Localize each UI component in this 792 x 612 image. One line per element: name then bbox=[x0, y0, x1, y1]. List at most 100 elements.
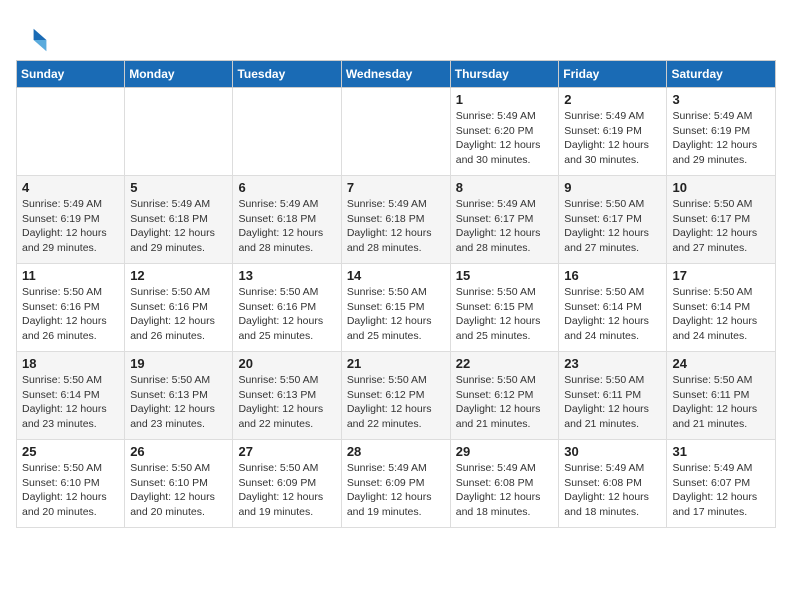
week-row-4: 25 Sunrise: 5:50 AM Sunset: 6:10 PM Dayli… bbox=[17, 440, 776, 528]
header-cell-monday: Monday bbox=[125, 61, 233, 88]
calendar-cell: 5 Sunrise: 5:49 AM Sunset: 6:18 PM Daylig… bbox=[125, 176, 233, 264]
calendar-cell: 6 Sunrise: 5:49 AM Sunset: 6:18 PM Daylig… bbox=[233, 176, 341, 264]
day-number: 6 bbox=[238, 180, 335, 195]
day-number: 7 bbox=[347, 180, 445, 195]
header-cell-friday: Friday bbox=[559, 61, 667, 88]
header-cell-tuesday: Tuesday bbox=[233, 61, 341, 88]
day-number: 17 bbox=[672, 268, 770, 283]
day-number: 16 bbox=[564, 268, 661, 283]
day-number: 28 bbox=[347, 444, 445, 459]
day-info: Sunrise: 5:50 AM Sunset: 6:11 PM Dayligh… bbox=[564, 373, 661, 432]
day-number: 8 bbox=[456, 180, 554, 195]
day-number: 15 bbox=[456, 268, 554, 283]
calendar-cell: 27 Sunrise: 5:50 AM Sunset: 6:09 PM Dayli… bbox=[233, 440, 341, 528]
day-info: Sunrise: 5:49 AM Sunset: 6:19 PM Dayligh… bbox=[564, 109, 661, 168]
day-number: 19 bbox=[130, 356, 227, 371]
day-number: 27 bbox=[238, 444, 335, 459]
calendar-cell bbox=[233, 88, 341, 176]
calendar-cell bbox=[125, 88, 233, 176]
calendar-cell: 7 Sunrise: 5:49 AM Sunset: 6:18 PM Daylig… bbox=[341, 176, 450, 264]
calendar-body: 1 Sunrise: 5:49 AM Sunset: 6:20 PM Daylig… bbox=[17, 88, 776, 528]
calendar-cell: 31 Sunrise: 5:49 AM Sunset: 6:07 PM Dayli… bbox=[667, 440, 776, 528]
calendar-cell: 21 Sunrise: 5:50 AM Sunset: 6:12 PM Dayli… bbox=[341, 352, 450, 440]
calendar-cell: 20 Sunrise: 5:50 AM Sunset: 6:13 PM Dayli… bbox=[233, 352, 341, 440]
day-number: 14 bbox=[347, 268, 445, 283]
day-number: 23 bbox=[564, 356, 661, 371]
day-info: Sunrise: 5:49 AM Sunset: 6:18 PM Dayligh… bbox=[347, 197, 445, 256]
header-cell-sunday: Sunday bbox=[17, 61, 125, 88]
day-info: Sunrise: 5:50 AM Sunset: 6:15 PM Dayligh… bbox=[456, 285, 554, 344]
day-number: 26 bbox=[130, 444, 227, 459]
calendar-cell: 17 Sunrise: 5:50 AM Sunset: 6:14 PM Dayli… bbox=[667, 264, 776, 352]
calendar: SundayMondayTuesdayWednesdayThursdayFrid… bbox=[16, 60, 776, 528]
day-info: Sunrise: 5:49 AM Sunset: 6:07 PM Dayligh… bbox=[672, 461, 770, 520]
day-number: 4 bbox=[22, 180, 119, 195]
calendar-cell: 30 Sunrise: 5:49 AM Sunset: 6:08 PM Dayli… bbox=[559, 440, 667, 528]
calendar-cell: 19 Sunrise: 5:50 AM Sunset: 6:13 PM Dayli… bbox=[125, 352, 233, 440]
day-info: Sunrise: 5:50 AM Sunset: 6:10 PM Dayligh… bbox=[22, 461, 119, 520]
day-info: Sunrise: 5:49 AM Sunset: 6:08 PM Dayligh… bbox=[456, 461, 554, 520]
header-cell-thursday: Thursday bbox=[450, 61, 559, 88]
day-info: Sunrise: 5:50 AM Sunset: 6:14 PM Dayligh… bbox=[672, 285, 770, 344]
day-info: Sunrise: 5:50 AM Sunset: 6:16 PM Dayligh… bbox=[22, 285, 119, 344]
day-info: Sunrise: 5:49 AM Sunset: 6:18 PM Dayligh… bbox=[238, 197, 335, 256]
calendar-cell: 24 Sunrise: 5:50 AM Sunset: 6:11 PM Dayli… bbox=[667, 352, 776, 440]
day-info: Sunrise: 5:50 AM Sunset: 6:16 PM Dayligh… bbox=[130, 285, 227, 344]
header-row: SundayMondayTuesdayWednesdayThursdayFrid… bbox=[17, 61, 776, 88]
logo bbox=[16, 24, 52, 56]
day-number: 31 bbox=[672, 444, 770, 459]
day-number: 10 bbox=[672, 180, 770, 195]
day-info: Sunrise: 5:50 AM Sunset: 6:11 PM Dayligh… bbox=[672, 373, 770, 432]
day-number: 5 bbox=[130, 180, 227, 195]
day-number: 3 bbox=[672, 92, 770, 107]
calendar-cell: 4 Sunrise: 5:49 AM Sunset: 6:19 PM Daylig… bbox=[17, 176, 125, 264]
logo-icon bbox=[16, 24, 48, 56]
day-info: Sunrise: 5:50 AM Sunset: 6:10 PM Dayligh… bbox=[130, 461, 227, 520]
calendar-cell: 10Sunrise: 5:50 AM Sunset: 6:17 PM Dayli… bbox=[667, 176, 776, 264]
day-number: 30 bbox=[564, 444, 661, 459]
calendar-cell bbox=[341, 88, 450, 176]
calendar-cell: 13 Sunrise: 5:50 AM Sunset: 6:16 PM Dayli… bbox=[233, 264, 341, 352]
day-info: Sunrise: 5:49 AM Sunset: 6:08 PM Dayligh… bbox=[564, 461, 661, 520]
calendar-cell: 26 Sunrise: 5:50 AM Sunset: 6:10 PM Dayli… bbox=[125, 440, 233, 528]
title-area bbox=[52, 16, 776, 18]
day-info: Sunrise: 5:50 AM Sunset: 6:12 PM Dayligh… bbox=[347, 373, 445, 432]
day-number: 12 bbox=[130, 268, 227, 283]
calendar-cell: 14Sunrise: 5:50 AM Sunset: 6:15 PM Dayli… bbox=[341, 264, 450, 352]
day-info: Sunrise: 5:49 AM Sunset: 6:19 PM Dayligh… bbox=[22, 197, 119, 256]
day-number: 21 bbox=[347, 356, 445, 371]
week-row-2: 11 Sunrise: 5:50 AM Sunset: 6:16 PM Dayli… bbox=[17, 264, 776, 352]
week-row-1: 4 Sunrise: 5:49 AM Sunset: 6:19 PM Daylig… bbox=[17, 176, 776, 264]
day-info: Sunrise: 5:50 AM Sunset: 6:13 PM Dayligh… bbox=[130, 373, 227, 432]
calendar-cell: 16 Sunrise: 5:50 AM Sunset: 6:14 PM Dayli… bbox=[559, 264, 667, 352]
day-number: 24 bbox=[672, 356, 770, 371]
day-info: Sunrise: 5:50 AM Sunset: 6:09 PM Dayligh… bbox=[238, 461, 335, 520]
day-number: 18 bbox=[22, 356, 119, 371]
calendar-header: SundayMondayTuesdayWednesdayThursdayFrid… bbox=[17, 61, 776, 88]
day-number: 22 bbox=[456, 356, 554, 371]
header-cell-saturday: Saturday bbox=[667, 61, 776, 88]
header bbox=[16, 16, 776, 56]
calendar-cell: 22Sunrise: 5:50 AM Sunset: 6:12 PM Dayli… bbox=[450, 352, 559, 440]
day-number: 11 bbox=[22, 268, 119, 283]
week-row-0: 1 Sunrise: 5:49 AM Sunset: 6:20 PM Daylig… bbox=[17, 88, 776, 176]
day-info: Sunrise: 5:49 AM Sunset: 6:18 PM Dayligh… bbox=[130, 197, 227, 256]
day-info: Sunrise: 5:50 AM Sunset: 6:13 PM Dayligh… bbox=[238, 373, 335, 432]
day-info: Sunrise: 5:49 AM Sunset: 6:20 PM Dayligh… bbox=[456, 109, 554, 168]
calendar-cell: 29 Sunrise: 5:49 AM Sunset: 6:08 PM Dayli… bbox=[450, 440, 559, 528]
day-number: 1 bbox=[456, 92, 554, 107]
calendar-cell bbox=[17, 88, 125, 176]
day-info: Sunrise: 5:49 AM Sunset: 6:19 PM Dayligh… bbox=[672, 109, 770, 168]
calendar-cell: 9Sunrise: 5:50 AM Sunset: 6:17 PM Daylig… bbox=[559, 176, 667, 264]
day-number: 25 bbox=[22, 444, 119, 459]
day-number: 13 bbox=[238, 268, 335, 283]
day-number: 29 bbox=[456, 444, 554, 459]
calendar-cell: 3 Sunrise: 5:49 AM Sunset: 6:19 PM Daylig… bbox=[667, 88, 776, 176]
day-info: Sunrise: 5:50 AM Sunset: 6:17 PM Dayligh… bbox=[564, 197, 661, 256]
day-number: 20 bbox=[238, 356, 335, 371]
day-info: Sunrise: 5:50 AM Sunset: 6:16 PM Dayligh… bbox=[238, 285, 335, 344]
calendar-cell: 8Sunrise: 5:49 AM Sunset: 6:17 PM Daylig… bbox=[450, 176, 559, 264]
header-cell-wednesday: Wednesday bbox=[341, 61, 450, 88]
day-info: Sunrise: 5:50 AM Sunset: 6:14 PM Dayligh… bbox=[564, 285, 661, 344]
calendar-cell: 15 Sunrise: 5:50 AM Sunset: 6:15 PM Dayli… bbox=[450, 264, 559, 352]
